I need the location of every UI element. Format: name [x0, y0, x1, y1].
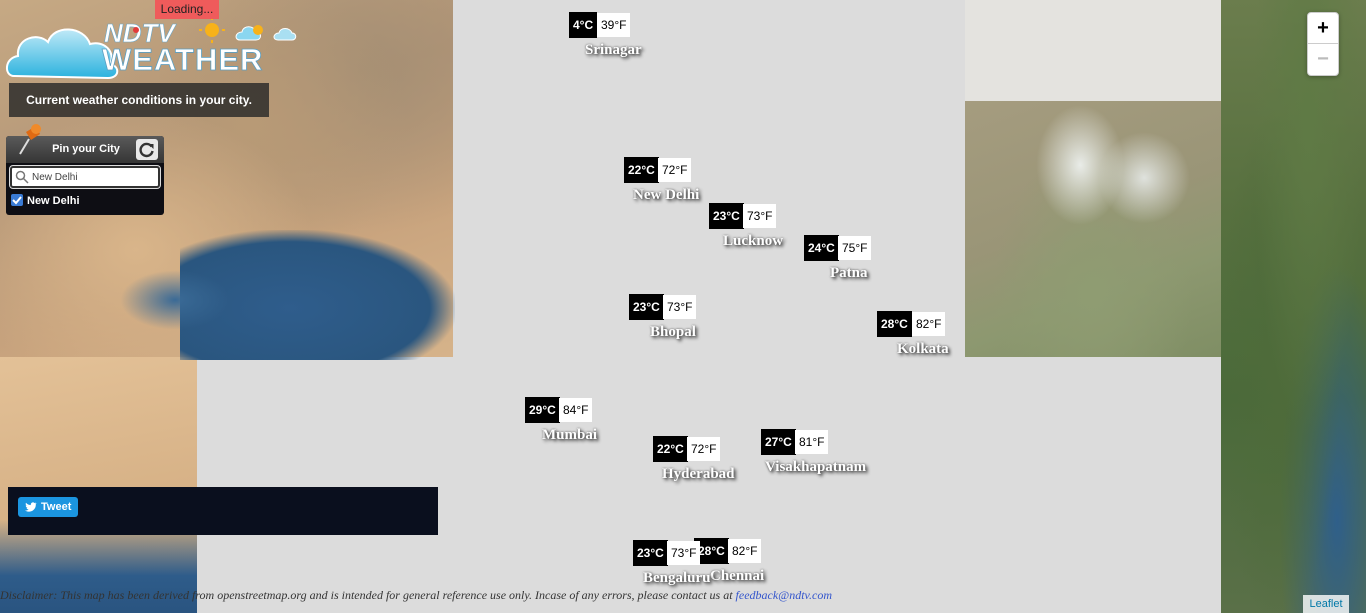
pushpin-icon	[19, 124, 41, 155]
loading-indicator: Loading...	[155, 0, 219, 19]
temp-celsius: 29°C	[525, 397, 560, 423]
pin-city-title: Pin your City	[52, 143, 120, 155]
city-checkbox-label: New Delhi	[27, 195, 80, 207]
temp-celsius: 24°C	[804, 235, 839, 261]
temp-fahrenheit: 82°F	[728, 539, 762, 563]
city-name: Patna	[830, 265, 868, 281]
map-tile-southeast-asia	[1221, 0, 1366, 613]
logo-weather-text: WEATHER	[102, 42, 263, 77]
twitter-bird-icon	[25, 502, 37, 512]
temp-celsius: 23°C	[633, 540, 668, 566]
city-name: Bhopal	[650, 324, 696, 340]
city-checkbox[interactable]	[11, 194, 23, 206]
city-name: Mumbai	[542, 427, 598, 443]
city-name: Chennai	[710, 568, 765, 584]
social-share-bar: Tweet	[8, 487, 438, 535]
tagline: Current weather conditions in your city.	[9, 83, 269, 117]
temp-fahrenheit: 73°F	[667, 541, 701, 565]
city-name: Hyderabad	[662, 466, 735, 482]
ndtv-weather-logo[interactable]: NDTV WEATHER	[4, 8, 304, 83]
temp-celsius: 28°C	[877, 311, 912, 337]
temp-celsius: 27°C	[761, 429, 796, 455]
temp-fahrenheit: 81°F	[795, 430, 829, 454]
temp-fahrenheit: 73°F	[663, 295, 697, 319]
cloud-sun-icon: NDTV WEATHER	[6, 17, 297, 80]
zoom-in-button[interactable]: +	[1308, 13, 1338, 44]
zoom-out-button[interactable]: −	[1308, 44, 1338, 74]
city-name: Kolkata	[897, 341, 949, 357]
city-name: Srinagar	[585, 42, 642, 58]
temp-celsius: 23°C	[709, 203, 744, 229]
temp-fahrenheit: 84°F	[559, 398, 593, 422]
temp-fahrenheit: 39°F	[597, 13, 631, 37]
temp-fahrenheit: 73°F	[743, 204, 777, 228]
tweet-button[interactable]: Tweet	[18, 497, 78, 517]
temp-fahrenheit: 72°F	[658, 158, 692, 182]
tweet-label: Tweet	[41, 501, 72, 513]
city-search-input[interactable]	[32, 169, 156, 185]
map-tile-himalaya	[965, 101, 1221, 357]
zoom-control: + −	[1307, 12, 1339, 76]
refresh-button[interactable]	[136, 139, 158, 160]
pin-city-panel: Pin your City New Delhi	[6, 124, 164, 215]
leaflet-attribution-link[interactable]: Leaflet	[1303, 595, 1349, 613]
temp-fahrenheit: 82°F	[912, 312, 946, 336]
city-name: Visakhapatnam	[765, 459, 867, 475]
disclaimer-text: Disclaimer: This map has been derived fr…	[0, 588, 736, 602]
city-name: Lucknow	[723, 233, 784, 249]
temp-celsius: 22°C	[653, 436, 688, 462]
city-name: New Delhi	[633, 187, 700, 203]
feedback-email-link[interactable]: feedback@ndtv.com	[736, 588, 832, 602]
temp-celsius: 23°C	[629, 294, 664, 320]
map-sea-gulf-of-oman	[120, 270, 230, 330]
search-icon	[15, 170, 29, 184]
city-name: Bengaluru	[643, 570, 711, 586]
temp-fahrenheit: 75°F	[838, 236, 872, 260]
temp-celsius: 4°C	[569, 12, 598, 38]
map-tile-plateau	[965, 0, 1221, 101]
search-box	[9, 165, 161, 189]
checkmark-icon	[12, 196, 22, 205]
refresh-icon	[139, 142, 154, 158]
temp-fahrenheit: 72°F	[687, 437, 721, 461]
disclaimer: Disclaimer: This map has been derived fr…	[0, 588, 832, 603]
temp-celsius: 22°C	[624, 157, 659, 183]
